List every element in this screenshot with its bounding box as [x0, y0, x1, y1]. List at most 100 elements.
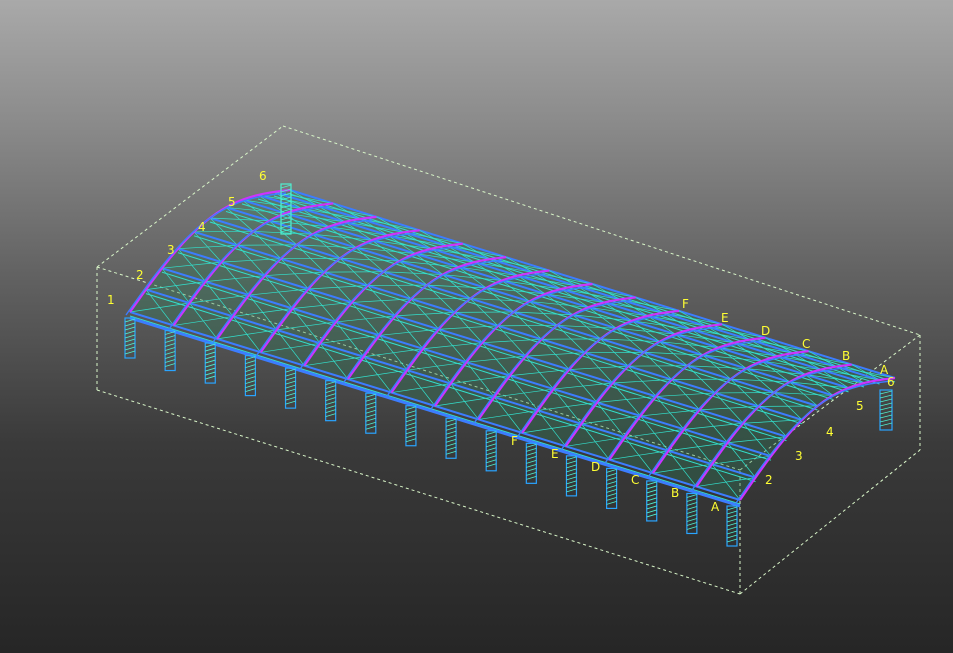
- column-lacing: [526, 475, 537, 480]
- column-lacing: [879, 422, 893, 427]
- column: [405, 405, 417, 447]
- column-lacing: [405, 414, 417, 419]
- column-lacing: [165, 339, 176, 343]
- column-outline: [686, 492, 698, 535]
- column-lacing: [325, 389, 336, 394]
- column-lacing: [726, 522, 738, 527]
- column-lacing: [245, 372, 256, 376]
- axis-label-right-2: 2: [765, 473, 773, 487]
- column: [445, 417, 457, 459]
- column-lacing: [165, 343, 176, 347]
- column-lacing: [686, 510, 697, 514]
- column-lacing: [445, 446, 457, 451]
- column: [605, 467, 618, 509]
- column-lacing: [165, 335, 176, 339]
- column-lacing: [445, 450, 457, 455]
- column-lacing: [245, 364, 256, 368]
- column-lacing: [686, 526, 697, 530]
- column-lacing: [726, 514, 738, 519]
- column: [879, 389, 893, 431]
- column-lacing: [165, 355, 176, 359]
- column-lacing: [205, 351, 216, 356]
- model-viewport[interactable]: 1 2 3 4 5 6 6 5 4 3 2 F E D C B A F E D …: [0, 0, 953, 653]
- column-lacing: [606, 473, 617, 477]
- arched-roof-structure: [125, 188, 896, 508]
- column-lacing: [726, 518, 738, 523]
- column-lacing: [646, 497, 657, 502]
- axis-label-far-F: F: [682, 297, 689, 311]
- column-lacing: [285, 400, 296, 405]
- column-lacing: [365, 421, 376, 426]
- column-lacing: [365, 401, 376, 406]
- column-lacing: [606, 497, 617, 501]
- column-lacing: [165, 363, 176, 367]
- column-lacing: [486, 459, 497, 464]
- column-lacing: [486, 451, 497, 456]
- column: [365, 392, 377, 434]
- axis-label-near-E: E: [551, 447, 559, 461]
- column-lacing: [646, 505, 657, 510]
- column-lacing: [686, 518, 697, 522]
- column-lacing: [365, 409, 376, 414]
- column: [124, 317, 136, 359]
- column-lacing: [405, 422, 417, 427]
- column-lacing: [245, 384, 256, 388]
- column-lacing: [405, 406, 417, 411]
- column-outline: [726, 505, 738, 547]
- column-lacing: [205, 343, 216, 348]
- column-lacing: [285, 380, 296, 385]
- column-lacing: [486, 435, 497, 440]
- column-lacing: [566, 472, 577, 477]
- column-lacing: [606, 481, 617, 485]
- axis-label-near-F: F: [511, 434, 518, 448]
- column-lacing: [486, 431, 497, 436]
- column-lacing: [445, 434, 457, 439]
- column: [565, 455, 578, 497]
- column-lacing: [285, 388, 296, 393]
- column-lacing: [486, 463, 497, 468]
- column-lacing: [245, 356, 256, 360]
- column-lacing: [879, 402, 893, 407]
- column-lacing: [526, 471, 537, 476]
- column-lacing: [285, 376, 296, 381]
- column-lacing: [445, 438, 457, 443]
- column-lacing: [686, 494, 697, 498]
- column-lacing: [405, 434, 417, 439]
- column-lacing: [205, 363, 216, 368]
- column-lacing: [405, 410, 417, 415]
- column: [525, 442, 537, 484]
- column: [204, 342, 216, 384]
- column-lacing: [165, 359, 176, 363]
- column-lacing: [205, 375, 216, 380]
- column-lacing: [365, 393, 376, 398]
- column-lacing: [879, 414, 893, 419]
- column-lacing: [365, 397, 376, 402]
- column: [726, 505, 738, 547]
- column-lacing: [526, 455, 537, 460]
- column-outline: [244, 355, 256, 397]
- column-lacing: [726, 526, 738, 531]
- column-lacing: [566, 484, 577, 489]
- column-lacing: [285, 372, 296, 377]
- column-lacing: [365, 417, 376, 422]
- column: [284, 367, 297, 409]
- column-lacing: [726, 530, 738, 535]
- column-lacing: [365, 413, 376, 418]
- structure-3d-view: 1 2 3 4 5 6 6 5 4 3 2 F E D C B A F E D …: [96, 125, 921, 595]
- column-lacing: [526, 467, 537, 472]
- column-lacing: [646, 509, 657, 514]
- column-lacing: [686, 502, 697, 506]
- axis-label-left-1: 1: [107, 293, 115, 307]
- axis-label-right-6: 6: [887, 375, 895, 389]
- column-lacing: [526, 459, 537, 464]
- gable-post-lacing: [280, 184, 292, 189]
- column-lacing: [124, 326, 136, 331]
- column-lacing: [285, 392, 296, 397]
- column-lacing: [646, 485, 657, 490]
- axis-label-far-E: E: [721, 311, 729, 325]
- column-lacing: [405, 438, 417, 443]
- axis-label-right-4: 4: [826, 425, 834, 439]
- column-lacing: [445, 418, 457, 423]
- column-lacing: [205, 359, 216, 364]
- column-lacing: [245, 388, 256, 392]
